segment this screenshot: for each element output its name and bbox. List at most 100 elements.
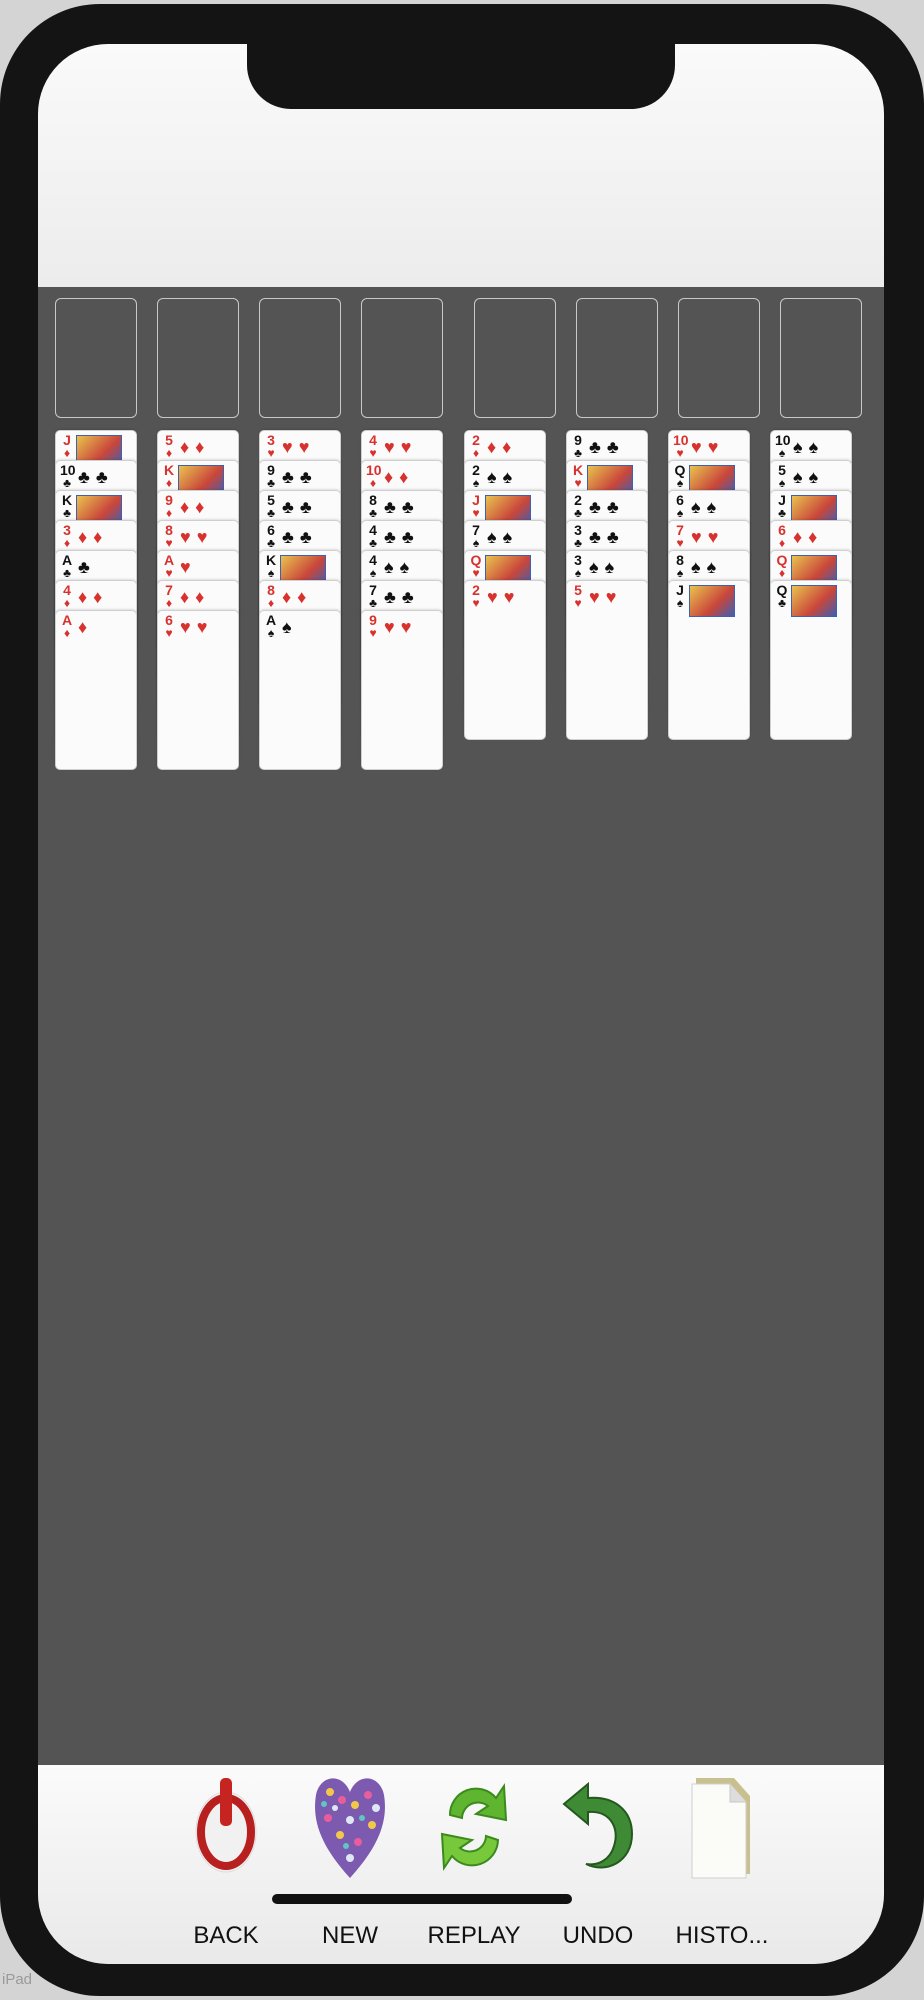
- card-corner: 5 ♥: [571, 583, 585, 609]
- foundation-slot[interactable]: [259, 298, 341, 418]
- playing-card[interactable]: 9 ♥ ♥♥: [361, 610, 443, 770]
- card-suit-icon: ♥: [472, 566, 480, 580]
- refresh-arrows-icon: [440, 1782, 508, 1872]
- card-corner: 9 ♦: [162, 493, 176, 519]
- undo-button[interactable]: UNDO: [536, 1770, 660, 1955]
- card-corner: A ♥: [162, 553, 176, 579]
- card-corner: 6 ♦: [775, 523, 789, 549]
- card-corner: 5 ♣: [264, 493, 278, 519]
- card-suit-icon: ♦: [267, 596, 275, 610]
- card-pips: ♣♣: [78, 467, 114, 487]
- back-button[interactable]: BACK: [164, 1770, 288, 1955]
- playing-card[interactable]: Q ♣: [770, 580, 852, 740]
- home-indicator: [272, 1894, 572, 1904]
- new-game-button[interactable]: NEW: [288, 1770, 412, 1955]
- card-corner: K ♥: [571, 463, 585, 489]
- card-corner: 6 ♣: [264, 523, 278, 549]
- card-suit-icon: ♥: [472, 596, 480, 610]
- card-pips: ♠♠: [384, 557, 416, 577]
- card-pips: ♠♠: [691, 497, 723, 517]
- foundation-slot[interactable]: [55, 298, 137, 418]
- card-suit-icon: ♦: [63, 596, 71, 610]
- card-suit-icon: ♣: [778, 596, 786, 610]
- card-suit-icon: ♦: [165, 506, 173, 520]
- card-suit-icon: ♠: [472, 476, 480, 490]
- card-corner: 10 ♠: [775, 433, 791, 460]
- back-label: BACK: [193, 1922, 259, 1949]
- playing-card[interactable]: A ♦ ♦: [55, 610, 137, 770]
- card-pips: ♥♥: [691, 527, 725, 547]
- card-suit-icon: ♥: [574, 476, 582, 490]
- game-table: J ♦ 10 ♣ ♣♣ K ♣ 3 ♦ ♦♦ A ♣ ♣ 4 ♦ ♦♦ A ♦ ♦ 5 ♦ ♦♦ K ♦ 9 ♦ ♦♦ 8 ♥ ♥♥ A ♥ ♥…: [38, 287, 884, 1765]
- playing-card[interactable]: J ♠: [668, 580, 750, 740]
- new-label: NEW: [322, 1922, 378, 1949]
- card-corner: 4 ♣: [366, 523, 380, 549]
- playing-card[interactable]: 2 ♥ ♥♥: [464, 580, 546, 740]
- card-corner: 7 ♥: [673, 523, 687, 549]
- card-suit-icon: ♦: [369, 476, 377, 490]
- history-button[interactable]: HISTO...: [660, 1770, 784, 1955]
- phone-frame: J ♦ 10 ♣ ♣♣ K ♣ 3 ♦ ♦♦ A ♣ ♣ 4 ♦ ♦♦ A ♦ ♦ 5 ♦ ♦♦ K ♦ 9 ♦ ♦♦ 8 ♥ ♥♥ A ♥ ♥…: [0, 4, 924, 1996]
- card-corner: 10 ♥: [673, 433, 689, 459]
- card-corner: 6 ♠: [673, 493, 687, 519]
- card-pips: ♣♣: [589, 497, 625, 517]
- card-suit-icon: ♥: [574, 596, 582, 610]
- card-suit-icon: ♦: [778, 566, 786, 580]
- document-icon: [691, 1778, 750, 1879]
- card-suit-icon: ♠: [778, 446, 786, 460]
- playing-card[interactable]: 5 ♥ ♥♥: [566, 580, 648, 740]
- card-corner: 8 ♥: [162, 523, 176, 549]
- card-corner: 8 ♦: [264, 583, 278, 609]
- card-corner: Q ♥: [469, 553, 483, 579]
- card-pips: ♦: [78, 617, 94, 637]
- face-card-art: [791, 585, 837, 617]
- card-corner: K ♠: [264, 553, 278, 579]
- undo-arrow-icon: [562, 1781, 634, 1869]
- card-suit-icon: ♣: [63, 506, 71, 520]
- card-pips: ♣♣: [384, 497, 420, 517]
- card-corner: 10 ♦: [366, 463, 382, 490]
- card-suit-icon: ♥: [267, 446, 275, 460]
- card-corner: 7 ♣: [366, 583, 380, 609]
- free-cell-slot[interactable]: [678, 298, 760, 418]
- foundation-slot[interactable]: [157, 298, 239, 418]
- playing-card[interactable]: 6 ♥ ♥♥: [157, 610, 239, 770]
- card-corner: Q ♣: [775, 583, 789, 609]
- card-corner: J ♦: [60, 433, 74, 459]
- foundation-slot[interactable]: [361, 298, 443, 418]
- card-pips: ♥♥: [384, 437, 418, 457]
- card-corner: 4 ♠: [366, 553, 380, 579]
- free-cell-slot[interactable]: [780, 298, 862, 418]
- card-suit-icon: ♥: [165, 536, 173, 550]
- card-pips: ♦♦: [180, 497, 211, 517]
- card-pips: ♠♠: [589, 557, 621, 577]
- card-pips: ♦♦: [78, 527, 109, 547]
- card-corner: A ♠: [264, 613, 278, 639]
- card-corner: 6 ♥: [162, 613, 176, 639]
- free-cell-slot[interactable]: [576, 298, 658, 418]
- card-pips: ♠♠: [691, 557, 723, 577]
- card-suit-icon: ♣: [267, 476, 275, 490]
- free-cell-slot[interactable]: [474, 298, 556, 418]
- card-suit-icon: ♠: [472, 536, 480, 550]
- card-pips: ♥♥: [180, 617, 214, 637]
- power-icon: [195, 1778, 257, 1873]
- card-suit-icon: ♥: [165, 626, 173, 640]
- device-label: iPad: [2, 1971, 33, 1988]
- card-corner: 3 ♣: [571, 523, 585, 549]
- card-pips: ♦♦: [282, 587, 313, 607]
- card-suit-icon: ♣: [574, 536, 582, 550]
- playing-card[interactable]: A ♠ ♠: [259, 610, 341, 770]
- card-corner: 2 ♠: [469, 463, 483, 489]
- card-pips: ♦♦: [793, 527, 824, 547]
- card-suit-icon: ♠: [267, 626, 275, 640]
- card-pips: ♥: [180, 557, 197, 577]
- card-suit-icon: ♥: [676, 536, 684, 550]
- card-pips: ♥♥: [384, 617, 418, 637]
- screen: J ♦ 10 ♣ ♣♣ K ♣ 3 ♦ ♦♦ A ♣ ♣ 4 ♦ ♦♦ A ♦ ♦ 5 ♦ ♦♦ K ♦ 9 ♦ ♦♦ 8 ♥ ♥♥ A ♥ ♥…: [38, 44, 884, 1964]
- replay-button[interactable]: REPLAY: [412, 1770, 536, 1955]
- notch: [247, 44, 675, 109]
- card-corner: Q ♠: [673, 463, 687, 489]
- card-corner: 9 ♣: [571, 433, 585, 459]
- card-suit-icon: ♣: [574, 506, 582, 520]
